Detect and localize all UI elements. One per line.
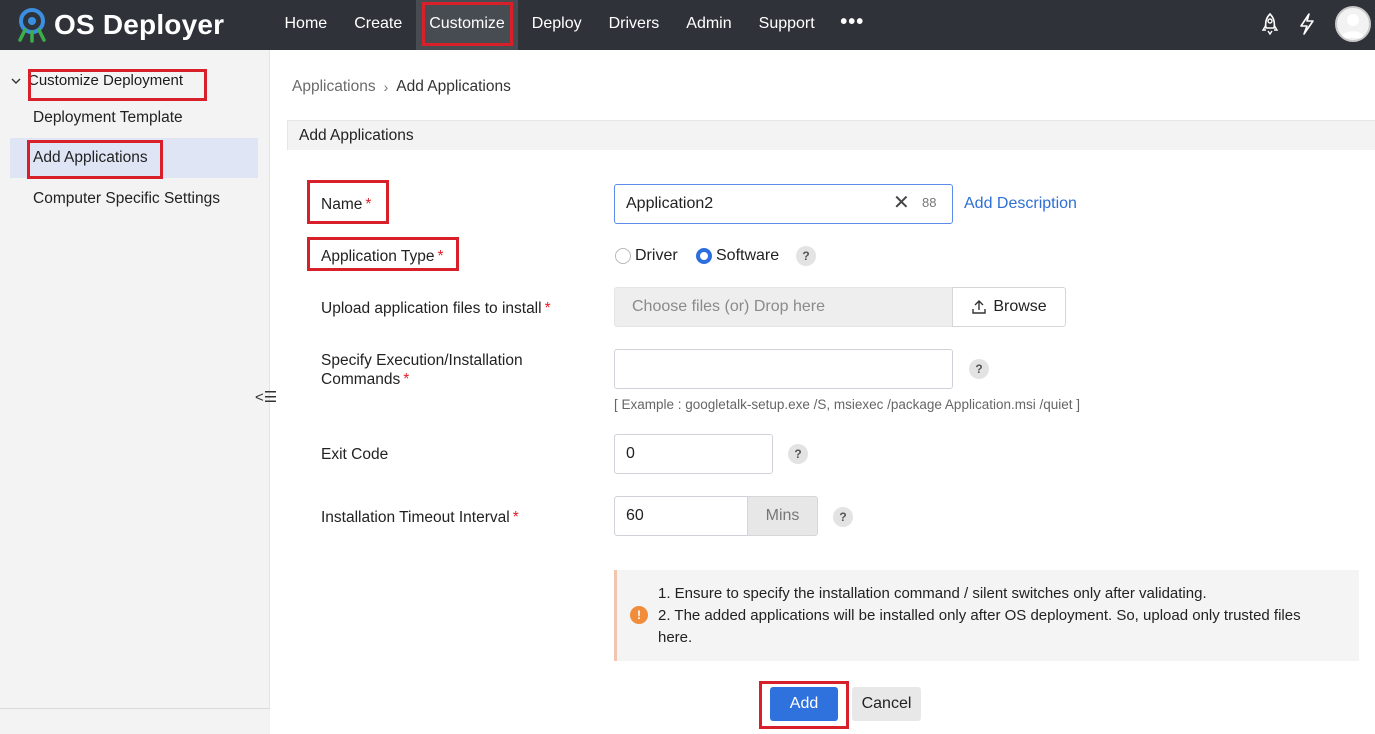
breadcrumb-current: Add Applications <box>396 78 511 95</box>
timeout-label: Installation Timeout Interval * <box>321 508 519 527</box>
software-radio-label[interactable]: Software <box>716 247 779 265</box>
notice-line-2: 2. The added applications will be instal… <box>658 607 1301 646</box>
nav-support[interactable]: Support <box>745 0 828 50</box>
user-icon <box>1341 14 1365 38</box>
breadcrumb: Applications › Add Applications <box>292 78 511 96</box>
section-title: Add Applications <box>299 127 414 144</box>
nav-more-icon[interactable]: ••• <box>828 0 876 50</box>
help-icon[interactable]: ? <box>833 507 853 527</box>
cancel-button[interactable]: Cancel <box>852 687 921 721</box>
driver-radio-label[interactable]: Driver <box>635 247 678 265</box>
application-type-label-text: Application Type <box>321 248 435 265</box>
name-label-text: Name <box>321 196 363 213</box>
sidebar-group-customize-deployment[interactable]: Customize Deployment <box>10 72 183 89</box>
application-type-label: Application Type * <box>321 247 444 266</box>
add-description-link[interactable]: Add Description <box>964 195 1077 213</box>
notice-box: ! 1. Ensure to specify the installation … <box>614 570 1359 661</box>
nav-home[interactable]: Home <box>271 0 341 50</box>
top-navigation-bar: OS Deployer Home Create Customize Deploy… <box>0 0 1375 50</box>
upload-label-text: Upload application files to install <box>321 300 542 317</box>
exit-code-label: Exit Code <box>321 446 389 463</box>
sidebar: Customize Deployment Deployment Template… <box>0 50 270 734</box>
os-deployer-logo-icon <box>18 8 46 43</box>
char-count: 88 <box>922 195 937 210</box>
sidebar-group-label: Customize Deployment <box>28 72 184 89</box>
chevron-down-icon <box>11 78 21 84</box>
help-icon[interactable]: ? <box>796 246 816 266</box>
commands-example-hint: [ Example : googletalk-setup.exe /S, msi… <box>614 397 1080 412</box>
notice-line-1: 1. Ensure to specify the installation co… <box>658 585 1207 602</box>
commands-label-line1: Specify Execution/Installation <box>321 352 523 369</box>
required-mark: * <box>403 371 410 388</box>
warning-icon: ! <box>630 606 648 624</box>
timeout-label-text: Installation Timeout Interval <box>321 509 510 526</box>
nav-admin[interactable]: Admin <box>673 0 745 50</box>
nav-drivers[interactable]: Drivers <box>595 0 673 50</box>
main-nav: Home Create Customize Deploy Drivers Adm… <box>271 0 876 50</box>
notice-text: 1. Ensure to specify the installation co… <box>658 583 1338 649</box>
name-label: Name * <box>321 195 371 214</box>
required-mark: * <box>437 248 444 265</box>
rocket-icon[interactable] <box>1259 12 1281 36</box>
upload-label: Upload application files to install * <box>321 299 551 318</box>
required-mark: * <box>365 196 372 213</box>
upload-icon <box>972 300 987 314</box>
nav-customize[interactable]: Customize <box>415 0 519 50</box>
commands-input[interactable] <box>614 349 953 389</box>
user-avatar[interactable] <box>1335 6 1371 42</box>
lightning-icon[interactable] <box>1296 12 1318 36</box>
add-button[interactable]: Add <box>770 687 838 721</box>
required-mark: * <box>512 509 519 526</box>
sidebar-item-add-applications[interactable]: Add Applications <box>10 138 258 178</box>
sidebar-item-computer-specific-settings[interactable]: Computer Specific Settings <box>10 179 258 219</box>
exit-code-input[interactable]: 0 <box>614 434 773 474</box>
software-radio[interactable] <box>696 248 712 264</box>
browse-button[interactable]: Browse <box>952 287 1066 327</box>
timeout-unit: Mins <box>747 496 818 536</box>
breadcrumb-separator-icon: › <box>383 79 389 95</box>
app-logo[interactable]: OS Deployer <box>14 6 224 44</box>
sidebar-footer <box>0 708 270 734</box>
section-header: Add Applications <box>287 120 1375 150</box>
required-mark: * <box>544 300 551 317</box>
sidebar-item-deployment-template[interactable]: Deployment Template <box>10 98 258 138</box>
driver-radio[interactable] <box>615 248 631 264</box>
breadcrumb-applications[interactable]: Applications <box>292 78 376 96</box>
help-icon[interactable]: ? <box>969 359 989 379</box>
commands-label-line2: Commands <box>321 371 401 388</box>
clear-input-icon[interactable]: ✕ <box>893 192 911 214</box>
nav-deploy[interactable]: Deploy <box>518 0 595 50</box>
timeout-input[interactable]: 60 <box>614 496 748 536</box>
nav-create[interactable]: Create <box>341 0 416 50</box>
browse-button-label: Browse <box>993 298 1047 315</box>
sidebar-collapse-icon[interactable]: <☰ <box>255 388 277 410</box>
help-icon[interactable]: ? <box>788 444 808 464</box>
file-drop-zone[interactable]: Choose files (or) Drop here <box>614 287 953 327</box>
commands-label: Specify Execution/Installation Commands * <box>321 351 523 389</box>
app-title: OS Deployer <box>54 9 225 40</box>
